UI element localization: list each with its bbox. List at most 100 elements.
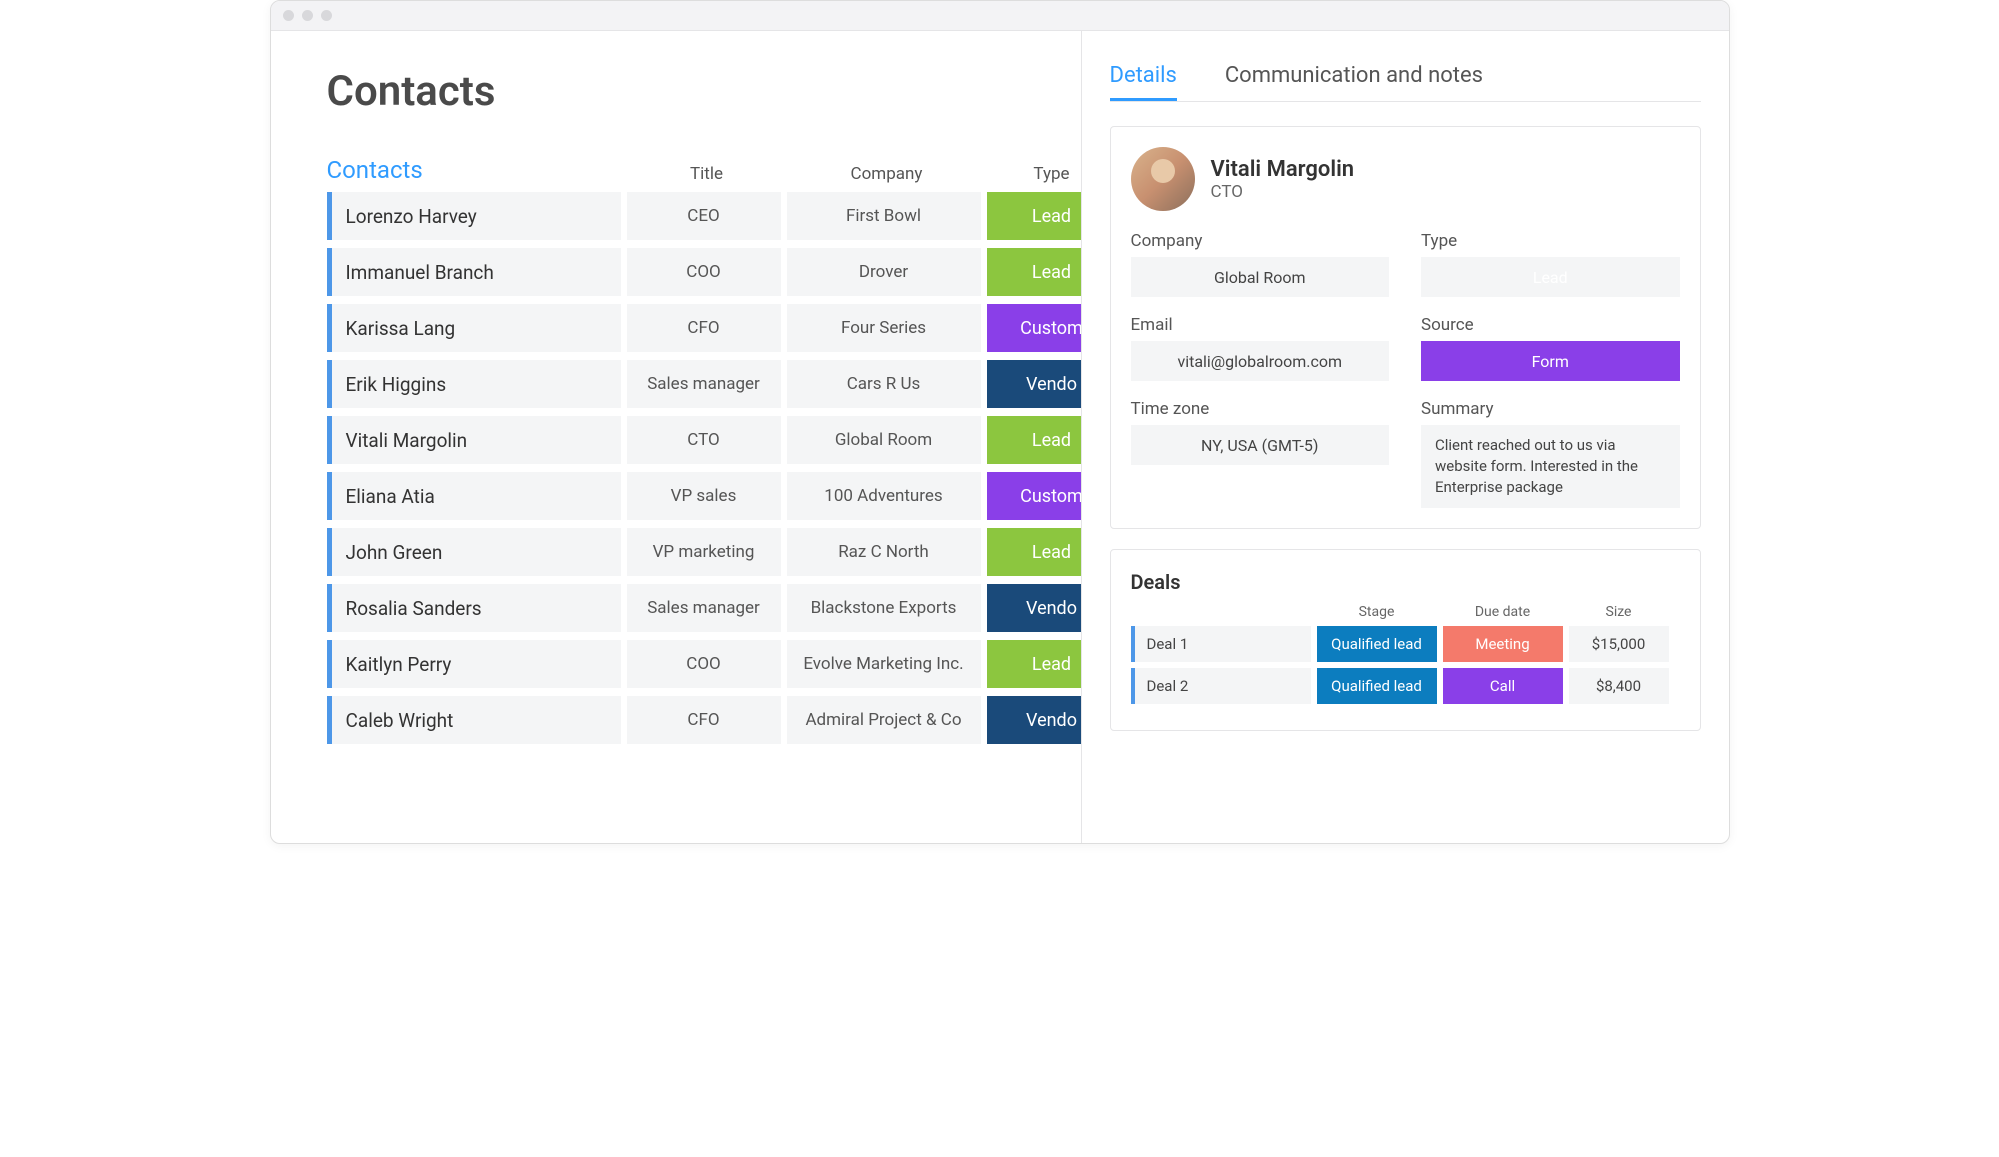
cell-company: Admiral Project & Co: [787, 696, 981, 744]
detail-panel: Details Communication and notes Vitali M…: [1081, 31, 1729, 843]
value-timezone[interactable]: NY, USA (GMT-5): [1131, 425, 1390, 465]
profile-title: CTO: [1211, 182, 1355, 202]
deal-due: Meeting: [1443, 626, 1563, 662]
cell-title: COO: [627, 640, 781, 688]
cell-name: Lorenzo Harvey: [327, 192, 621, 240]
label-timezone: Time zone: [1131, 399, 1390, 419]
cell-company: Four Series: [787, 304, 981, 352]
table-row[interactable]: John GreenVP marketingRaz C NorthLead: [327, 528, 1081, 576]
col-company: Company: [787, 164, 987, 184]
value-source[interactable]: Form: [1421, 341, 1680, 381]
tab-details[interactable]: Details: [1110, 63, 1177, 101]
cell-title: CEO: [627, 192, 781, 240]
deals-col-empty: [1131, 604, 1311, 620]
close-icon[interactable]: [283, 10, 294, 21]
deal-size: $15,000: [1569, 626, 1669, 662]
field-email: Email vitali@globalroom.com: [1131, 315, 1390, 381]
cell-name: Kaitlyn Perry: [327, 640, 621, 688]
tab-communication[interactable]: Communication and notes: [1225, 63, 1483, 101]
contacts-rows: Lorenzo HarveyCEOFirst BowlLeadImmanuel …: [327, 192, 1081, 744]
cell-type: Vendo: [987, 584, 1081, 632]
cell-title: COO: [627, 248, 781, 296]
cell-title: CFO: [627, 696, 781, 744]
cell-company: Blackstone Exports: [787, 584, 981, 632]
field-source: Source Form: [1421, 315, 1680, 381]
contacts-header-label[interactable]: Contacts: [327, 156, 627, 184]
cell-name: Rosalia Sanders: [327, 584, 621, 632]
tabs: Details Communication and notes: [1110, 63, 1701, 102]
value-type[interactable]: Lead: [1421, 257, 1680, 297]
cell-title: VP marketing: [627, 528, 781, 576]
cell-type: Lead: [987, 192, 1081, 240]
contacts-panel: Contacts Contacts Title Company Type Lor…: [271, 31, 1081, 843]
cell-company: Raz C North: [787, 528, 981, 576]
deal-row[interactable]: Deal 2Qualified leadCall$8,400: [1131, 668, 1680, 704]
value-summary[interactable]: Client reached out to us via website for…: [1421, 425, 1680, 508]
contacts-table-header: Contacts Title Company Type: [327, 156, 1081, 184]
minimize-icon[interactable]: [302, 10, 313, 21]
deals-col-size: Size: [1569, 604, 1669, 620]
cell-name: Eliana Atia: [327, 472, 621, 520]
table-row[interactable]: Eliana AtiaVP sales100 AdventuresCustom: [327, 472, 1081, 520]
table-row[interactable]: Vitali MargolinCTOGlobal RoomLead: [327, 416, 1081, 464]
table-row[interactable]: Karissa LangCFOFour SeriesCustom: [327, 304, 1081, 352]
label-source: Source: [1421, 315, 1680, 335]
table-row[interactable]: Kaitlyn PerryCOOEvolve Marketing Inc.Lea…: [327, 640, 1081, 688]
table-row[interactable]: Erik HigginsSales managerCars R UsVendo: [327, 360, 1081, 408]
detail-grid: Company Global Room Type Lead Email vita…: [1131, 231, 1680, 508]
cell-type: Lead: [987, 248, 1081, 296]
cell-company: Cars R Us: [787, 360, 981, 408]
deals-card: Deals Stage Due date Size Deal 1Qualifie…: [1110, 549, 1701, 731]
deal-name: Deal 2: [1131, 668, 1311, 704]
cell-name: Immanuel Branch: [327, 248, 621, 296]
cell-type: Lead: [987, 640, 1081, 688]
cell-name: Erik Higgins: [327, 360, 621, 408]
cell-type: Custom: [987, 472, 1081, 520]
avatar[interactable]: [1131, 147, 1195, 211]
label-company: Company: [1131, 231, 1390, 251]
cell-company: Global Room: [787, 416, 981, 464]
cell-title: Sales manager: [627, 584, 781, 632]
profile-name: Vitali Margolin: [1211, 157, 1355, 182]
table-row[interactable]: Immanuel BranchCOODroverLead: [327, 248, 1081, 296]
cell-title: Sales manager: [627, 360, 781, 408]
label-email: Email: [1131, 315, 1390, 335]
deals-header: Stage Due date Size: [1131, 604, 1680, 620]
field-timezone: Time zone NY, USA (GMT-5): [1131, 399, 1390, 508]
deals-rows: Deal 1Qualified leadMeeting$15,000 Deal 2…: [1131, 626, 1680, 704]
cell-type: Lead: [987, 528, 1081, 576]
cell-title: CTO: [627, 416, 781, 464]
cell-name: Vitali Margolin: [327, 416, 621, 464]
cell-type: Custom: [987, 304, 1081, 352]
label-type: Type: [1421, 231, 1680, 251]
contact-card: Vitali Margolin CTO Company Global Room …: [1110, 126, 1701, 529]
value-email[interactable]: vitali@globalroom.com: [1131, 341, 1390, 381]
cell-name: John Green: [327, 528, 621, 576]
content: Contacts Contacts Title Company Type Lor…: [271, 31, 1729, 843]
table-row[interactable]: Caleb WrightCFOAdmiral Project & CoVendo: [327, 696, 1081, 744]
cell-title: VP sales: [627, 472, 781, 520]
field-summary: Summary Client reached out to us via web…: [1421, 399, 1680, 508]
maximize-icon[interactable]: [321, 10, 332, 21]
cell-name: Caleb Wright: [327, 696, 621, 744]
cell-type: Lead: [987, 416, 1081, 464]
table-row[interactable]: Rosalia SandersSales managerBlackstone E…: [327, 584, 1081, 632]
label-summary: Summary: [1421, 399, 1680, 419]
value-company[interactable]: Global Room: [1131, 257, 1390, 297]
deals-col-due: Due date: [1443, 604, 1563, 620]
table-row[interactable]: Lorenzo HarveyCEOFirst BowlLead: [327, 192, 1081, 240]
cell-company: Drover: [787, 248, 981, 296]
deal-row[interactable]: Deal 1Qualified leadMeeting$15,000: [1131, 626, 1680, 662]
deals-col-stage: Stage: [1317, 604, 1437, 620]
cell-company: 100 Adventures: [787, 472, 981, 520]
cell-company: Evolve Marketing Inc.: [787, 640, 981, 688]
deal-stage: Qualified lead: [1317, 668, 1437, 704]
deal-size: $8,400: [1569, 668, 1669, 704]
app-window: Contacts Contacts Title Company Type Lor…: [270, 0, 1730, 844]
field-company: Company Global Room: [1131, 231, 1390, 297]
cell-name: Karissa Lang: [327, 304, 621, 352]
cell-company: First Bowl: [787, 192, 981, 240]
deal-stage: Qualified lead: [1317, 626, 1437, 662]
profile-head: Vitali Margolin CTO: [1131, 147, 1680, 211]
page-title: Contacts: [327, 67, 1081, 116]
